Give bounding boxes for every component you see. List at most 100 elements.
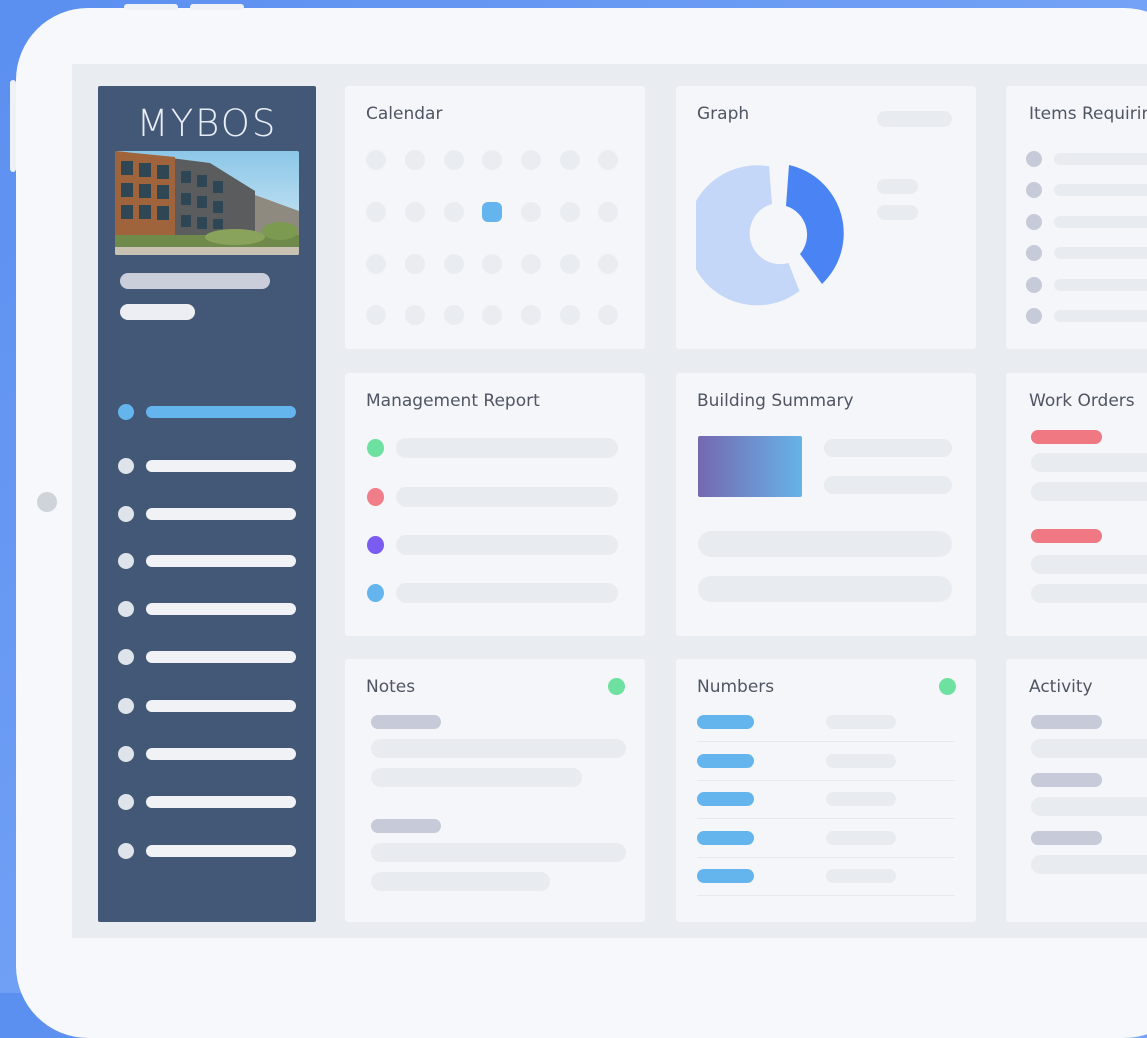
report-1-line[interactable] — [396, 438, 618, 458]
calendar-day[interactable] — [444, 202, 464, 222]
calendar-day[interactable] — [560, 150, 580, 170]
graph-donut-chart — [696, 165, 844, 306]
calendar-day[interactable] — [405, 202, 425, 222]
nav-item-3-icon[interactable] — [118, 506, 134, 522]
work-order-tag-2[interactable] — [1031, 529, 1102, 543]
calendar-day[interactable] — [560, 202, 580, 222]
numbers-status-dot — [939, 678, 956, 695]
activity-title: Activity — [1029, 677, 1093, 697]
nav-item-1-icon[interactable] — [118, 404, 134, 420]
calendar-day[interactable] — [521, 150, 541, 170]
item-5-dot — [1026, 277, 1042, 293]
nav-item-8-icon[interactable] — [118, 746, 134, 762]
notes-card: Notes — [345, 659, 645, 922]
nav-item-1[interactable] — [146, 406, 296, 418]
items-requiring-card: Items Requirin — [1006, 86, 1147, 349]
nav-item-4-icon[interactable] — [118, 553, 134, 569]
nav-item-10-icon[interactable] — [118, 843, 134, 859]
calendar-day[interactable] — [598, 305, 618, 325]
nav-item-2[interactable] — [146, 460, 296, 472]
activity-2-label — [1031, 773, 1102, 787]
activity-2-line — [1031, 797, 1147, 816]
note-2-label — [371, 819, 441, 833]
graph-filter-placeholder[interactable] — [877, 111, 952, 127]
calendar-day[interactable] — [482, 305, 502, 325]
nav-item-6-icon[interactable] — [118, 649, 134, 665]
calendar-day[interactable] — [521, 202, 541, 222]
item-5-line[interactable] — [1054, 279, 1147, 291]
calendar-day[interactable] — [482, 254, 502, 274]
tablet-side-button — [10, 80, 16, 172]
nav-item-7[interactable] — [146, 700, 296, 712]
item-2-dot — [1026, 182, 1042, 198]
number-1-label — [697, 715, 754, 729]
item-4-line[interactable] — [1054, 247, 1147, 259]
note-1-line-2 — [371, 768, 582, 787]
nav-item-3[interactable] — [146, 508, 296, 520]
item-6-line[interactable] — [1054, 310, 1147, 322]
nav-item-5-icon[interactable] — [118, 601, 134, 617]
calendar-day[interactable] — [405, 150, 425, 170]
building-summary-line-4 — [698, 576, 952, 602]
number-row-divider — [697, 780, 955, 781]
calendar-day[interactable] — [366, 202, 386, 222]
numbers-card: Numbers — [676, 659, 976, 922]
app-logo: MYBOS — [136, 102, 278, 145]
calendar-day[interactable] — [405, 305, 425, 325]
calendar-day[interactable] — [366, 150, 386, 170]
building-summary-image — [698, 436, 802, 497]
report-4-line[interactable] — [396, 583, 618, 603]
report-3-line[interactable] — [396, 535, 618, 555]
work-order-line-3 — [1031, 555, 1147, 574]
calendar-day[interactable] — [444, 305, 464, 325]
calendar-day[interactable] — [366, 254, 386, 274]
profile-role-placeholder — [120, 304, 195, 320]
nav-item-7-icon[interactable] — [118, 698, 134, 714]
calendar-day[interactable] — [521, 254, 541, 274]
calendar-day[interactable] — [444, 254, 464, 274]
work-order-line-1 — [1031, 453, 1147, 472]
calendar-day[interactable] — [598, 150, 618, 170]
calendar-day[interactable] — [521, 305, 541, 325]
activity-1-line — [1031, 739, 1147, 758]
graph-legend-placeholder-2 — [877, 205, 918, 220]
calendar-day[interactable] — [598, 254, 618, 274]
report-2-status-dot — [367, 488, 384, 506]
nav-item-10[interactable] — [146, 845, 296, 857]
note-1-line-1 — [371, 739, 626, 758]
profile-name-placeholder — [120, 273, 270, 289]
item-3-line[interactable] — [1054, 216, 1147, 228]
item-6-dot — [1026, 308, 1042, 324]
item-2-line[interactable] — [1054, 184, 1147, 196]
management-report-card: Management Report — [345, 373, 645, 636]
item-1-line[interactable] — [1054, 153, 1147, 165]
number-row-divider — [697, 741, 955, 742]
nav-item-2-icon[interactable] — [118, 458, 134, 474]
calendar-day[interactable] — [598, 202, 618, 222]
management-report-title: Management Report — [366, 391, 540, 411]
work-orders-card: Work Orders — [1006, 373, 1147, 636]
calendar-day[interactable] — [560, 254, 580, 274]
calendar-day[interactable] — [444, 150, 464, 170]
camera-icon — [37, 492, 57, 512]
nav-item-5[interactable] — [146, 603, 296, 615]
number-row-divider — [697, 857, 955, 858]
nav-item-6[interactable] — [146, 651, 296, 663]
nav-item-8[interactable] — [146, 748, 296, 760]
tablet-top-button-1 — [124, 4, 178, 10]
calendar-day[interactable] — [482, 150, 502, 170]
nav-item-9[interactable] — [146, 796, 296, 808]
calendar-day[interactable] — [405, 254, 425, 274]
work-order-tag-1[interactable] — [1031, 430, 1102, 444]
calendar-day[interactable] — [560, 305, 580, 325]
number-4-value — [826, 831, 896, 845]
number-2-label — [697, 754, 754, 768]
work-order-line-2 — [1031, 482, 1147, 501]
calendar-day[interactable] — [366, 305, 386, 325]
number-row-divider — [697, 818, 955, 819]
item-3-dot — [1026, 214, 1042, 230]
nav-item-9-icon[interactable] — [118, 794, 134, 810]
calendar-day[interactable] — [482, 202, 502, 222]
report-2-line[interactable] — [396, 487, 618, 507]
nav-item-4[interactable] — [146, 555, 296, 567]
